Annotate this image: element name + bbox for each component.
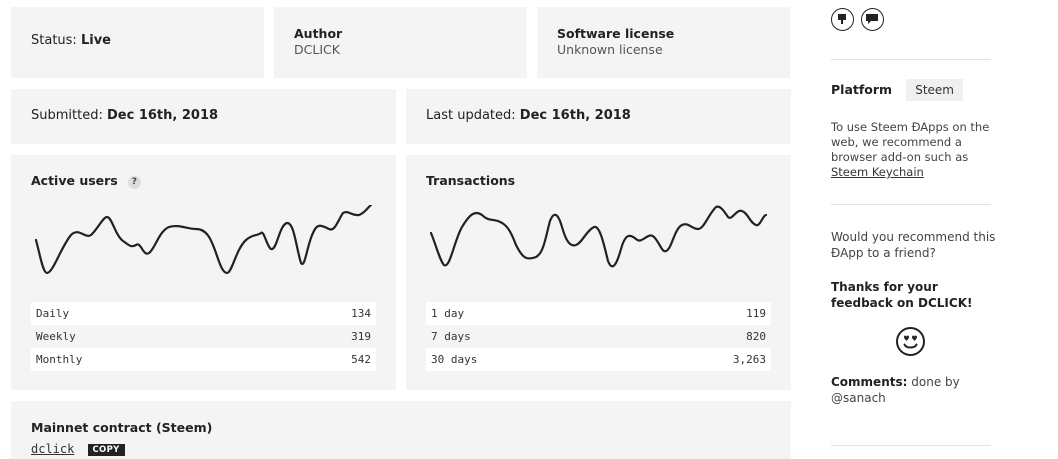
transactions-title: Transactions bbox=[426, 173, 516, 188]
active-users-title: Active users bbox=[31, 173, 118, 188]
transactions-card: Transactions 1 day 119 7 days 820 30 day… bbox=[406, 155, 791, 390]
platform-badge: Steem bbox=[906, 79, 963, 101]
platform-row: Platform Steem bbox=[831, 79, 963, 101]
row-value: 3,263 bbox=[732, 353, 766, 366]
license-value: Unknown license bbox=[557, 42, 663, 57]
table-row: Monthly 542 bbox=[31, 348, 376, 371]
row-value: 119 bbox=[746, 307, 766, 320]
contract-card: Mainnet contract (Steem) dclick COPY bbox=[11, 401, 791, 459]
platform-note: To use Steem ĐApps on the web, we recomm… bbox=[831, 120, 996, 180]
platform-note-text: To use Steem ĐApps on the web, we recomm… bbox=[831, 120, 990, 164]
active-users-sparkline bbox=[34, 205, 373, 275]
table-row: Weekly 319 bbox=[31, 325, 376, 348]
row-label: 1 day bbox=[431, 307, 465, 320]
table-row: 30 days 3,263 bbox=[426, 348, 771, 371]
row-label: 30 days bbox=[431, 353, 478, 366]
transactions-table: 1 day 119 7 days 820 30 days 3,263 bbox=[426, 302, 771, 371]
help-icon[interactable]: ? bbox=[127, 176, 141, 189]
active-users-line bbox=[34, 205, 373, 275]
github-icon[interactable] bbox=[831, 8, 854, 31]
chat-icon[interactable] bbox=[861, 8, 884, 31]
table-row: 7 days 820 bbox=[426, 325, 771, 348]
status-label: Status: bbox=[31, 33, 77, 48]
row-value: 820 bbox=[746, 330, 766, 343]
row-value: 542 bbox=[351, 353, 371, 366]
recommend-question: Would you recommend this ĐApp to a frien… bbox=[831, 230, 996, 260]
sidebar-divider bbox=[831, 204, 991, 205]
row-value: 134 bbox=[351, 307, 371, 320]
sidebar-divider bbox=[831, 445, 991, 446]
author-title: Author bbox=[294, 26, 343, 41]
status-value: Live bbox=[80, 33, 111, 48]
sidebar-divider bbox=[831, 59, 991, 60]
comments-label: Comments: bbox=[831, 375, 908, 389]
author-value: DCLICK bbox=[294, 42, 340, 57]
transactions-sparkline bbox=[429, 205, 768, 268]
smiley-heart-eyes-icon bbox=[895, 326, 926, 357]
row-label: 7 days bbox=[431, 330, 471, 343]
updated-label: Last updated: bbox=[426, 108, 516, 123]
status-card: Status: Live bbox=[11, 7, 264, 78]
active-users-table: Daily 134 Weekly 319 Monthly 542 bbox=[31, 302, 376, 371]
row-label: Daily bbox=[36, 307, 70, 320]
license-card: Software license Unknown license bbox=[537, 7, 790, 78]
updated-value: Dec 16th, 2018 bbox=[519, 108, 631, 123]
author-card: Author DCLICK bbox=[274, 7, 527, 78]
contract-title: Mainnet contract (Steem) bbox=[31, 420, 213, 435]
row-label: Weekly bbox=[36, 330, 76, 343]
platform-label: Platform bbox=[831, 82, 893, 97]
steem-keychain-link[interactable]: Steem Keychain bbox=[831, 165, 924, 179]
active-users-card: Active users ? Daily 134 Weekly 319 Mont… bbox=[11, 155, 396, 390]
updated-card: Last updated: Dec 16th, 2018 bbox=[406, 89, 791, 144]
transactions-line bbox=[429, 205, 768, 268]
row-label: Monthly bbox=[36, 353, 83, 366]
license-title: Software license bbox=[557, 26, 675, 41]
submitted-card: Submitted: Dec 16th, 2018 bbox=[11, 89, 396, 144]
row-value: 319 bbox=[351, 330, 371, 343]
contract-account-link[interactable]: dclick bbox=[31, 442, 74, 456]
table-row: Daily 134 bbox=[31, 302, 376, 325]
copy-button[interactable]: COPY bbox=[87, 444, 125, 456]
table-row: 1 day 119 bbox=[426, 302, 771, 325]
submitted-label: Submitted: bbox=[31, 108, 103, 123]
comments-block: Comments: done by @sanach bbox=[831, 374, 996, 406]
feedback-thanks: Thanks for your feedback on DCLICK! bbox=[831, 280, 973, 310]
submitted-value: Dec 16th, 2018 bbox=[106, 108, 219, 123]
